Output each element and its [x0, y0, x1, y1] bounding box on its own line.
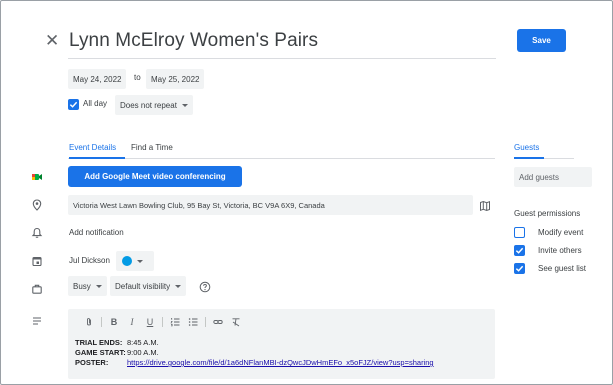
calendar-owner-label: Jul Dickson [69, 256, 110, 265]
description-line: POSTER: https://drive.google.com/file/d/1… [75, 358, 434, 367]
bell-icon [31, 227, 43, 239]
modify-event-checkbox[interactable] [514, 227, 525, 238]
chevron-down-icon [175, 284, 182, 288]
event-editor: ✕ Lynn McElroy Women's Pairs Save May 24… [0, 0, 613, 385]
all-day-checkbox[interactable] [68, 99, 79, 110]
description-value: 9:00 A.M. [127, 348, 159, 357]
description-key: POSTER: [75, 358, 109, 367]
description-key: GAME START: [75, 348, 126, 357]
calendar-color-dropdown[interactable] [116, 251, 154, 271]
check-icon [515, 247, 524, 254]
italic-icon[interactable]: I [123, 315, 141, 329]
visibility-label: Default visibility [115, 281, 171, 291]
tab-event-details[interactable]: Event Details [69, 143, 116, 152]
invite-others-label: Invite others [538, 246, 582, 255]
chevron-down-icon [95, 284, 102, 288]
description-key: TRIAL ENDS: [75, 338, 123, 347]
availability-dropdown[interactable]: Busy [68, 276, 107, 296]
invite-others-checkbox[interactable] [514, 245, 525, 256]
add-google-meet-button[interactable]: Add Google Meet video conferencing [68, 166, 242, 187]
chevron-down-icon [181, 103, 188, 107]
bold-icon[interactable]: B [105, 315, 123, 329]
save-button[interactable]: Save [517, 29, 566, 52]
toolbar-divider [205, 317, 206, 327]
guests-tab[interactable]: Guests [514, 143, 539, 152]
bulleted-list-icon[interactable] [184, 315, 202, 329]
tabs-divider [68, 158, 495, 159]
numbered-list-icon[interactable] [166, 315, 184, 329]
visibility-dropdown[interactable]: Default visibility [110, 276, 187, 296]
repeat-dropdown[interactable]: Does not repeat [115, 95, 193, 115]
close-icon[interactable]: ✕ [45, 32, 59, 49]
title-underline [68, 58, 496, 59]
start-date-field[interactable]: May 24, 2022 [68, 69, 127, 89]
toolbar-divider [101, 317, 102, 327]
guests-tab-indicator [514, 157, 544, 159]
check-icon [515, 265, 524, 272]
calendar-icon [31, 255, 43, 267]
help-icon[interactable] [199, 280, 211, 293]
map-icon[interactable] [479, 199, 491, 212]
link-icon[interactable] [209, 315, 227, 329]
calendar-color-swatch [122, 256, 132, 266]
repeat-label: Does not repeat [120, 100, 177, 110]
tab-find-a-time[interactable]: Find a Time [131, 143, 173, 152]
formatting-toolbar: B I U [80, 315, 245, 329]
description-line: TRIAL ENDS: 8:45 A.M. [75, 338, 159, 347]
underline-icon[interactable]: U [141, 315, 159, 329]
briefcase-icon [31, 283, 43, 295]
guest-permissions-title: Guest permissions [514, 209, 581, 218]
add-guests-input[interactable]: Add guests [514, 167, 592, 187]
description-value: 8:45 A.M. [127, 338, 159, 347]
google-meet-icon [31, 171, 43, 183]
date-to-label: to [134, 73, 141, 82]
end-date-field[interactable]: May 25, 2022 [146, 69, 205, 89]
see-guest-list-label: See guest list [538, 264, 587, 273]
location-input[interactable]: Victoria West Lawn Bowling Club, 95 Bay … [68, 195, 473, 215]
availability-label: Busy [73, 281, 91, 291]
add-notification-link[interactable]: Add notification [69, 228, 124, 237]
toolbar-divider [162, 317, 163, 327]
attach-icon[interactable] [80, 315, 98, 329]
event-title-input[interactable]: Lynn McElroy Women's Pairs [69, 30, 318, 52]
description-icon [31, 315, 43, 327]
chevron-down-icon [137, 259, 143, 263]
description-line: GAME START:9:00 A.M. [75, 348, 159, 357]
poster-link[interactable]: https://drive.google.com/file/d/1a6dNFla… [127, 358, 434, 367]
location-pin-icon [31, 199, 43, 211]
modify-event-label: Modify event [538, 228, 584, 237]
active-tab-indicator [69, 157, 125, 159]
see-guest-list-checkbox[interactable] [514, 263, 525, 274]
all-day-label: All day [83, 99, 108, 108]
check-icon [69, 101, 78, 108]
clear-format-icon[interactable] [227, 315, 245, 329]
